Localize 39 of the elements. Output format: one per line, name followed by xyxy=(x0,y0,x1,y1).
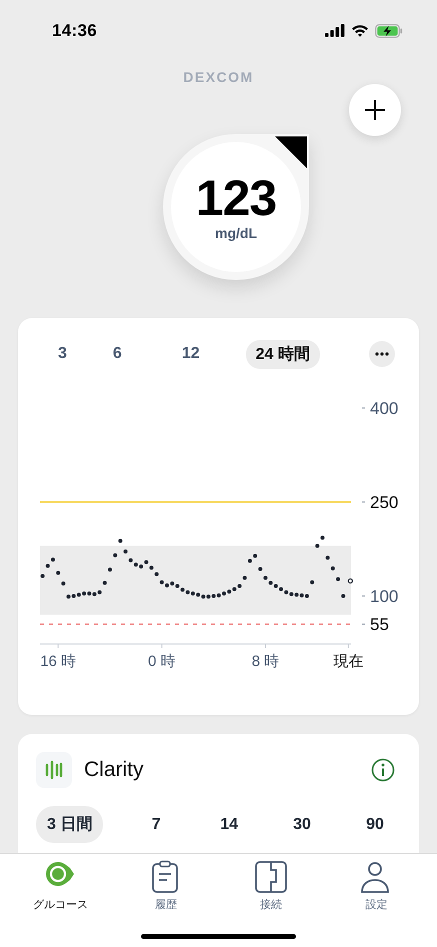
y-axis-tick xyxy=(362,502,366,503)
glucose-unit: mg/dL xyxy=(215,225,257,242)
tab-bar-item[interactable]: 設定 xyxy=(331,860,422,912)
time-range-tab[interactable]: 12 xyxy=(172,341,210,368)
time-range-tab[interactable]: 24 時間 xyxy=(246,340,320,369)
y-axis-label: 55 xyxy=(370,616,389,635)
x-axis-label: 現在 xyxy=(333,653,364,670)
status-time: 14:36 xyxy=(52,20,97,41)
y-axis-tick xyxy=(362,624,366,626)
more-icon[interactable] xyxy=(375,352,389,356)
x-axis-label: 8 時 xyxy=(252,653,280,670)
period-tab[interactable]: 90 xyxy=(354,808,395,842)
battery-charging-icon xyxy=(375,24,403,38)
period-tab[interactable]: 7 xyxy=(136,808,176,842)
x-axis-label: 0 時 xyxy=(148,653,176,670)
plus-icon[interactable] xyxy=(364,99,386,122)
time-range-tab[interactable]: 6 xyxy=(102,341,132,368)
y-axis-tick xyxy=(362,408,366,409)
period-tab[interactable]: 14 xyxy=(209,808,250,842)
tab-bar-item[interactable]: 接続 xyxy=(226,860,316,912)
glucose-value: 123 xyxy=(196,173,276,224)
tab-bar-item[interactable]: 履歴 xyxy=(120,860,211,912)
clarity-title: Clarity xyxy=(84,758,144,782)
device-icon[interactable] xyxy=(254,860,288,894)
signal-icon xyxy=(325,24,345,38)
y-axis-label: 400 xyxy=(370,399,398,418)
y-axis-label: 250 xyxy=(370,493,398,512)
period-tab[interactable]: 3 日間 xyxy=(36,806,104,844)
time-range-tab[interactable]: 3 xyxy=(48,341,77,368)
wifi-icon xyxy=(351,24,369,38)
y-axis-label: 100 xyxy=(370,587,398,606)
tab-bar-item[interactable]: グルコース xyxy=(16,860,106,912)
x-axis-label: 16 時 xyxy=(40,653,76,670)
more-button[interactable] xyxy=(369,341,395,368)
info-icon[interactable] xyxy=(371,758,395,782)
bar-chart-icon xyxy=(44,760,64,780)
brand-logo: DEXCOM xyxy=(183,69,254,86)
period-tab[interactable]: 30 xyxy=(282,808,322,842)
y-axis-tick xyxy=(362,596,366,597)
